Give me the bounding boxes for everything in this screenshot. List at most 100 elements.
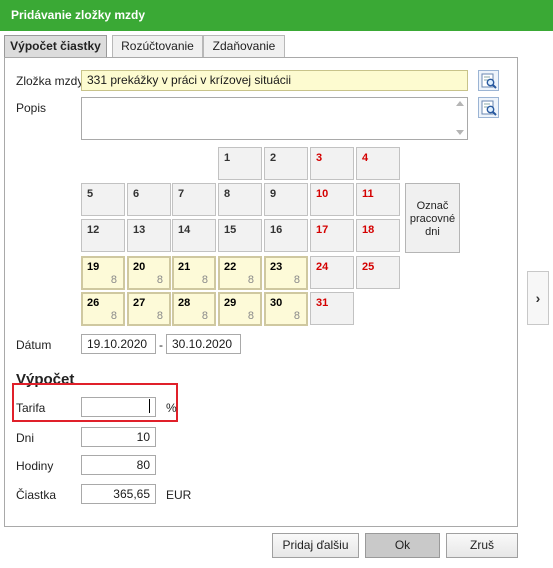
day-hours: 8 [110,274,117,286]
day-number: 14 [178,224,191,236]
calendar-day[interactable]: 30 8 [264,292,308,326]
calendar-day[interactable]: 24 [310,256,354,289]
tab-vypocet-ciastky[interactable]: Výpočet čiastky [4,35,107,58]
scroll-down-arrow-icon[interactable] [456,130,464,135]
calendar-day[interactable]: 19 8 [81,256,125,290]
scroll-up-arrow-icon[interactable] [456,101,464,106]
day-number: 20 [133,261,146,273]
day-hours: 8 [247,274,254,286]
tab-zdanovanie[interactable]: Zdaňovanie [203,35,285,57]
calendar-day[interactable]: 21 8 [172,256,216,290]
day-number: 3 [316,152,323,164]
calendar-day[interactable]: 25 [356,256,400,289]
ciastka-unit: EUR [166,488,192,502]
day-number: 6 [133,188,140,200]
day-number: 8 [224,188,231,200]
tarifa-label: Tarifa [16,401,46,415]
day-number: 12 [87,224,100,236]
tab-rozuctovanie[interactable]: Rozúčtovanie [112,35,203,57]
calendar-day[interactable]: 1 [218,147,262,180]
day-number: 18 [362,224,375,236]
datum-from-field[interactable]: 19.10.2020 [81,334,156,354]
hodiny-field[interactable]: 80 [81,455,156,475]
day-number: 2 [270,152,277,164]
day-number: 10 [316,188,329,200]
day-hours: 8 [293,310,300,322]
calendar-day[interactable]: 20 8 [127,256,171,290]
zlozka-mzdy-field[interactable]: 331 prekážky v práci v krízovej situácii [81,70,468,91]
calendar-day[interactable]: 9 [264,183,308,216]
day-number: 4 [362,152,369,164]
calendar-day[interactable]: 29 8 [218,292,262,326]
side-panel-toggle[interactable]: › [527,271,549,325]
day-number: 13 [133,224,146,236]
search-lookup-icon [481,100,497,116]
calendar-day[interactable]: 2 [264,147,308,180]
calendar-day[interactable]: 17 [310,219,354,252]
calendar-day[interactable]: 18 [356,219,400,252]
day-hours: 8 [156,274,163,286]
calendar-day[interactable]: 26 8 [81,292,125,326]
calendar-day[interactable]: 14 [172,219,216,252]
cancel-button[interactable]: Zruš [446,533,518,558]
calendar-day[interactable]: 4 [356,147,400,180]
zlozka-lookup-button[interactable] [478,70,499,91]
calendar-day[interactable]: 12 [81,219,125,252]
dni-label: Dni [16,431,35,445]
day-hours: 8 [247,310,254,322]
day-number: 11 [362,188,374,200]
calendar-day[interactable]: 13 [127,219,171,252]
oznac-pracovne-dni-button[interactable]: Označ pracovné dni [405,183,460,253]
calendar-day[interactable]: 7 [172,183,216,216]
popis-scrollbar[interactable] [453,98,467,139]
day-number: 31 [316,297,329,309]
day-number: 7 [178,188,185,200]
day-number: 19 [87,261,100,273]
datum-to-field[interactable]: 30.10.2020 [166,334,241,354]
zlozka-label: Zložka mzdy [16,74,84,88]
calendar-day[interactable]: 15 [218,219,262,252]
dni-field[interactable]: 10 [81,427,156,447]
popis-lookup-button[interactable] [478,97,499,118]
day-hours: 8 [293,274,300,286]
popis-label: Popis [16,101,47,115]
tarifa-field[interactable] [81,397,156,417]
popis-textarea[interactable] [81,97,468,140]
day-number: 27 [133,297,146,309]
day-number: 5 [87,188,94,200]
search-lookup-icon [481,73,497,89]
datum-separator: - [159,338,163,352]
chevron-right-icon: › [535,290,541,306]
tarifa-unit: % [166,401,177,415]
calendar-day[interactable]: 5 [81,183,125,216]
day-hours: 8 [156,310,163,322]
calendar-day[interactable]: 6 [127,183,171,216]
day-hours: 8 [201,310,208,322]
window-title: Pridávanie zložky mzdy [0,0,553,31]
calendar-day[interactable]: 8 [218,183,262,216]
calendar-day[interactable]: 22 8 [218,256,262,290]
day-number: 29 [224,297,237,309]
calendar-day[interactable]: 23 8 [264,256,308,290]
day-number: 1 [224,152,231,164]
pridaj-dalsiu-button[interactable]: Pridaj ďalšiu [272,533,359,558]
ok-button[interactable]: Ok [365,533,440,558]
ciastka-label: Čiastka [16,488,57,502]
hodiny-label: Hodiny [16,459,54,473]
day-number: 9 [270,188,277,200]
datum-label: Dátum [16,338,52,352]
calendar-day[interactable]: 31 [310,292,354,325]
day-number: 28 [178,297,191,309]
calendar-day[interactable]: 28 8 [172,292,216,326]
calendar-day[interactable]: 27 8 [127,292,171,326]
day-number: 21 [178,261,191,273]
calendar-day[interactable]: 3 [310,147,354,180]
calendar-day[interactable]: 10 [310,183,354,216]
day-number: 24 [316,261,329,273]
day-number: 22 [224,261,237,273]
text-cursor [149,399,150,413]
calendar-day[interactable]: 16 [264,219,308,252]
calendar-day[interactable]: 11 [356,183,400,216]
ciastka-field[interactable]: 365,65 [81,484,156,504]
day-hours: 8 [201,274,208,286]
